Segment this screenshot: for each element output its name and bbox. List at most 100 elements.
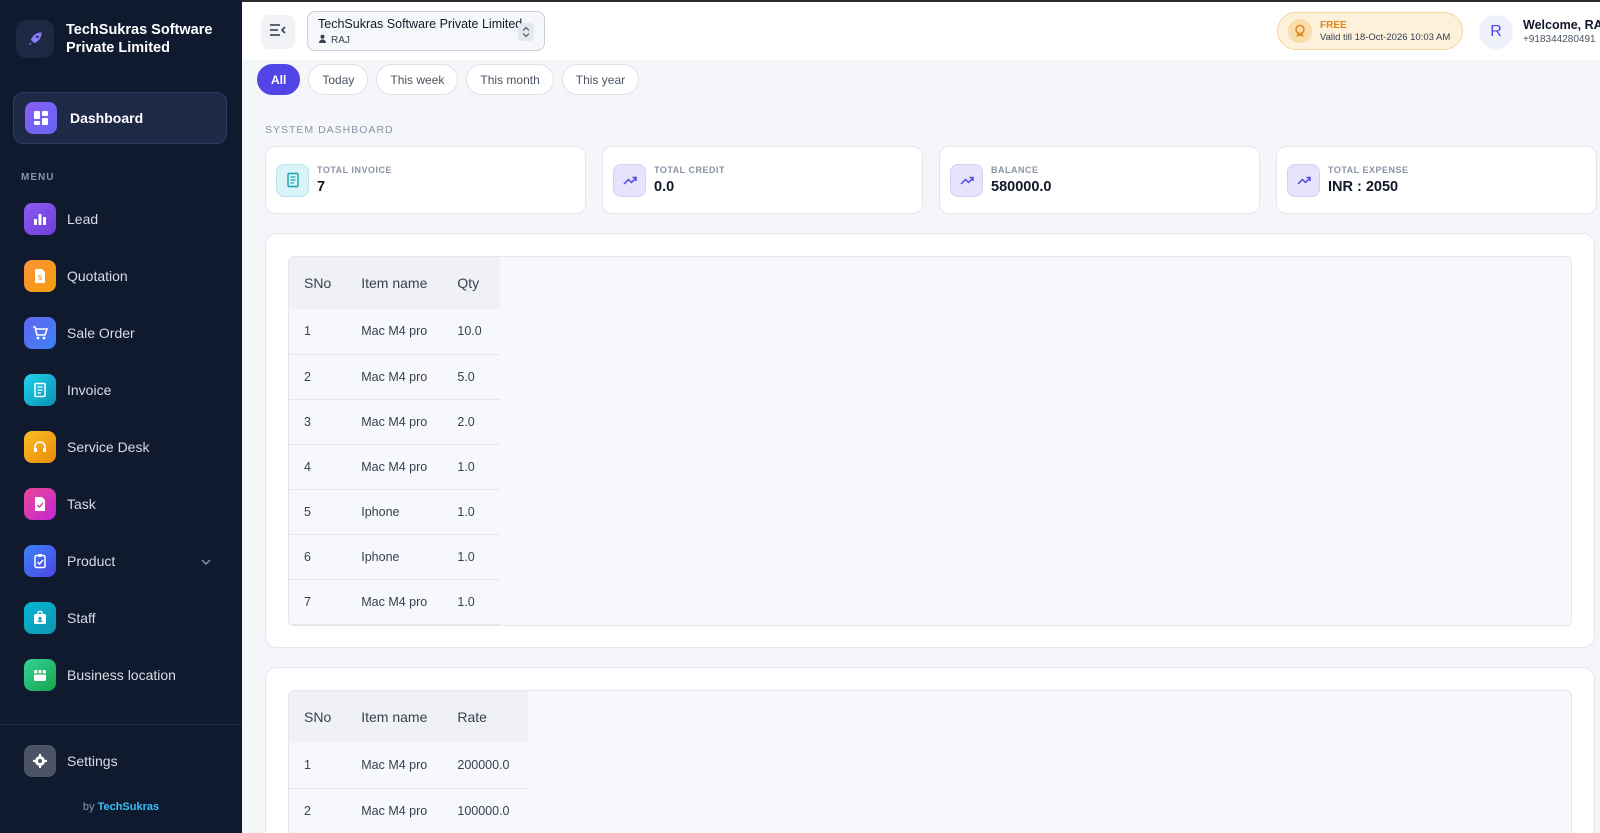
company-select-name: TechSukras Software Private Limited <box>318 17 523 31</box>
sidebar-item-lead[interactable]: Lead <box>24 202 220 236</box>
table-row[interactable]: 4 Mac M4 pro 1.0 <box>289 444 500 490</box>
table-header-row: SNo Item name Qty <box>289 257 500 309</box>
cell-sno: 5 <box>289 489 347 535</box>
item-rate-panel: SNo Item name Rate 1 Mac M4 pro 200000.0 2… <box>265 667 1595 833</box>
store-icon <box>24 659 56 691</box>
sidebar-item-label: Task <box>67 496 96 512</box>
column-header-item-name[interactable]: Item name <box>346 257 443 309</box>
brand-name: TechSukras Software Private Limited <box>66 22 213 56</box>
cell-sno: 6 <box>289 534 347 580</box>
table-row[interactable]: 6 Iphone 1.0 <box>289 534 500 580</box>
select-arrows-icon <box>518 23 534 41</box>
byline: by TechSukras <box>0 801 242 813</box>
stat-value: INR : 2050 <box>1328 179 1399 195</box>
trending-up-icon <box>950 163 983 197</box>
cell-sno: 1 <box>289 743 347 789</box>
cell-item-name: Mac M4 pro <box>346 399 443 445</box>
sidebar-divider <box>0 724 242 725</box>
sidebar-item-label: Invoice <box>67 382 112 398</box>
section-heading: SYSTEM DASHBOARD <box>265 124 394 136</box>
sidebar-item-service-desk[interactable]: Service Desk <box>24 430 220 464</box>
column-header-item-name[interactable]: Item name <box>346 691 443 743</box>
filter-all[interactable]: All <box>257 64 301 95</box>
stat-label: TOTAL INVOICE <box>317 165 393 175</box>
sidebar-item-product[interactable]: Product <box>24 544 220 578</box>
cell-qty: 10.0 <box>442 309 500 355</box>
byline-prefix: by <box>82 801 95 813</box>
stat-card-total-expense[interactable]: TOTAL EXPENSE INR : 2050 <box>1276 146 1597 214</box>
cell-item-name: Mac M4 pro <box>346 444 443 490</box>
filter-this-year[interactable]: This year <box>561 64 640 95</box>
filter-today[interactable]: Today <box>308 64 369 95</box>
table-row[interactable]: 1 Mac M4 pro 10.0 <box>289 309 500 355</box>
invoice-icon <box>24 374 56 406</box>
column-header-rate[interactable]: Rate <box>442 691 528 743</box>
sidebar-item-dashboard[interactable]: Dashboard <box>13 92 227 144</box>
table-row[interactable]: 2 Mac M4 pro 5.0 <box>289 354 500 400</box>
sidebar-item-task[interactable]: Task <box>24 487 220 521</box>
cell-item-name: Mac M4 pro <box>346 579 443 625</box>
column-header-sno[interactable]: SNo <box>289 257 347 309</box>
sidebar-item-label: Product <box>67 553 116 569</box>
table-row[interactable]: 2 Mac M4 pro 100000.0 <box>289 788 528 833</box>
stat-card-total-invoice[interactable]: TOTAL INVOICE 7 <box>265 146 586 214</box>
cell-qty: 1.0 <box>442 534 500 580</box>
sidebar-toggle-button[interactable] <box>261 15 295 49</box>
plan-badge[interactable]: FREE Valid till 18-Oct-2026 10:03 AM <box>1277 12 1463 50</box>
sidebar-item-settings[interactable]: Settings <box>24 744 220 778</box>
table-row[interactable]: 1 Mac M4 pro 200000.0 <box>289 743 528 789</box>
filter-this-week[interactable]: This week <box>376 64 459 95</box>
stat-label: TOTAL CREDIT <box>654 165 725 175</box>
stat-label: TOTAL EXPENSE <box>1328 165 1409 175</box>
stat-label: BALANCE <box>991 165 1039 175</box>
cell-sno: 2 <box>289 788 347 833</box>
sidebar-item-business-location[interactable]: Business location <box>24 658 220 692</box>
cell-item-name: Mac M4 pro <box>346 788 443 833</box>
table-row[interactable]: 7 Mac M4 pro 1.0 <box>289 579 500 625</box>
chevron-down-icon[interactable] <box>200 555 212 573</box>
column-header-qty[interactable]: Qty <box>442 257 500 309</box>
cell-qty: 1.0 <box>442 489 500 535</box>
product-icon <box>24 545 56 577</box>
sidebar-item-label: Dashboard <box>70 110 144 126</box>
topbar: TechSukras Software Private Limited RAJ … <box>242 0 1600 60</box>
sidebar-item-staff[interactable]: Staff <box>24 601 220 635</box>
byline-brand[interactable]: TechSukras <box>98 801 160 813</box>
column-header-sno[interactable]: SNo <box>289 691 347 743</box>
cell-qty: 5.0 <box>442 354 500 400</box>
stat-value: 7 <box>317 179 326 195</box>
quotation-icon: $ <box>24 260 56 292</box>
sidebar-item-label: Settings <box>67 753 118 769</box>
table-row[interactable]: 5 Iphone 1.0 <box>289 489 500 535</box>
sidebar-item-invoice[interactable]: Invoice <box>24 373 220 407</box>
cell-sno: 3 <box>289 399 347 445</box>
cell-item-name: Iphone <box>346 489 443 535</box>
user-icon <box>318 34 327 46</box>
company-select[interactable]: TechSukras Software Private Limited RAJ <box>307 11 545 51</box>
avatar[interactable]: R <box>1479 15 1513 49</box>
sidebar-item-label: Business location <box>67 667 176 683</box>
sidebar-item-label: Staff <box>67 610 96 626</box>
stat-card-total-credit[interactable]: TOTAL CREDIT 0.0 <box>602 146 923 214</box>
cart-icon <box>24 317 56 349</box>
welcome-block[interactable]: Welcome, RAJ +918344280491 <box>1523 18 1600 45</box>
sidebar-item-quotation[interactable]: $ Quotation <box>24 259 220 293</box>
cell-item-name: Iphone <box>346 534 443 580</box>
cell-item-name: Mac M4 pro <box>346 354 443 400</box>
stat-card-balance[interactable]: BALANCE 580000.0 <box>939 146 1260 214</box>
cell-qty: 1.0 <box>442 579 500 625</box>
date-filter-bar: All Today This week This month This year <box>257 64 647 95</box>
brand[interactable]: TechSukras Software Private Limited <box>16 20 216 58</box>
item-qty-table-container: SNo Item name Qty 1 Mac M4 pro 10.0 2 Mac M… <box>288 256 1572 626</box>
stat-value: 580000.0 <box>991 179 1052 195</box>
table-row[interactable]: 3 Mac M4 pro 2.0 <box>289 399 500 445</box>
filter-this-month[interactable]: This month <box>466 64 554 95</box>
cell-rate: 200000.0 <box>442 743 528 789</box>
table-header-row: SNo Item name Rate <box>289 691 528 743</box>
svg-text:$: $ <box>37 273 42 282</box>
trending-up-icon <box>613 163 646 197</box>
user-name: RAJ <box>331 34 350 46</box>
sidebar-item-label: Sale Order <box>67 325 135 341</box>
sidebar-item-sale-order[interactable]: Sale Order <box>24 316 220 350</box>
menu-collapse-icon <box>269 23 287 42</box>
